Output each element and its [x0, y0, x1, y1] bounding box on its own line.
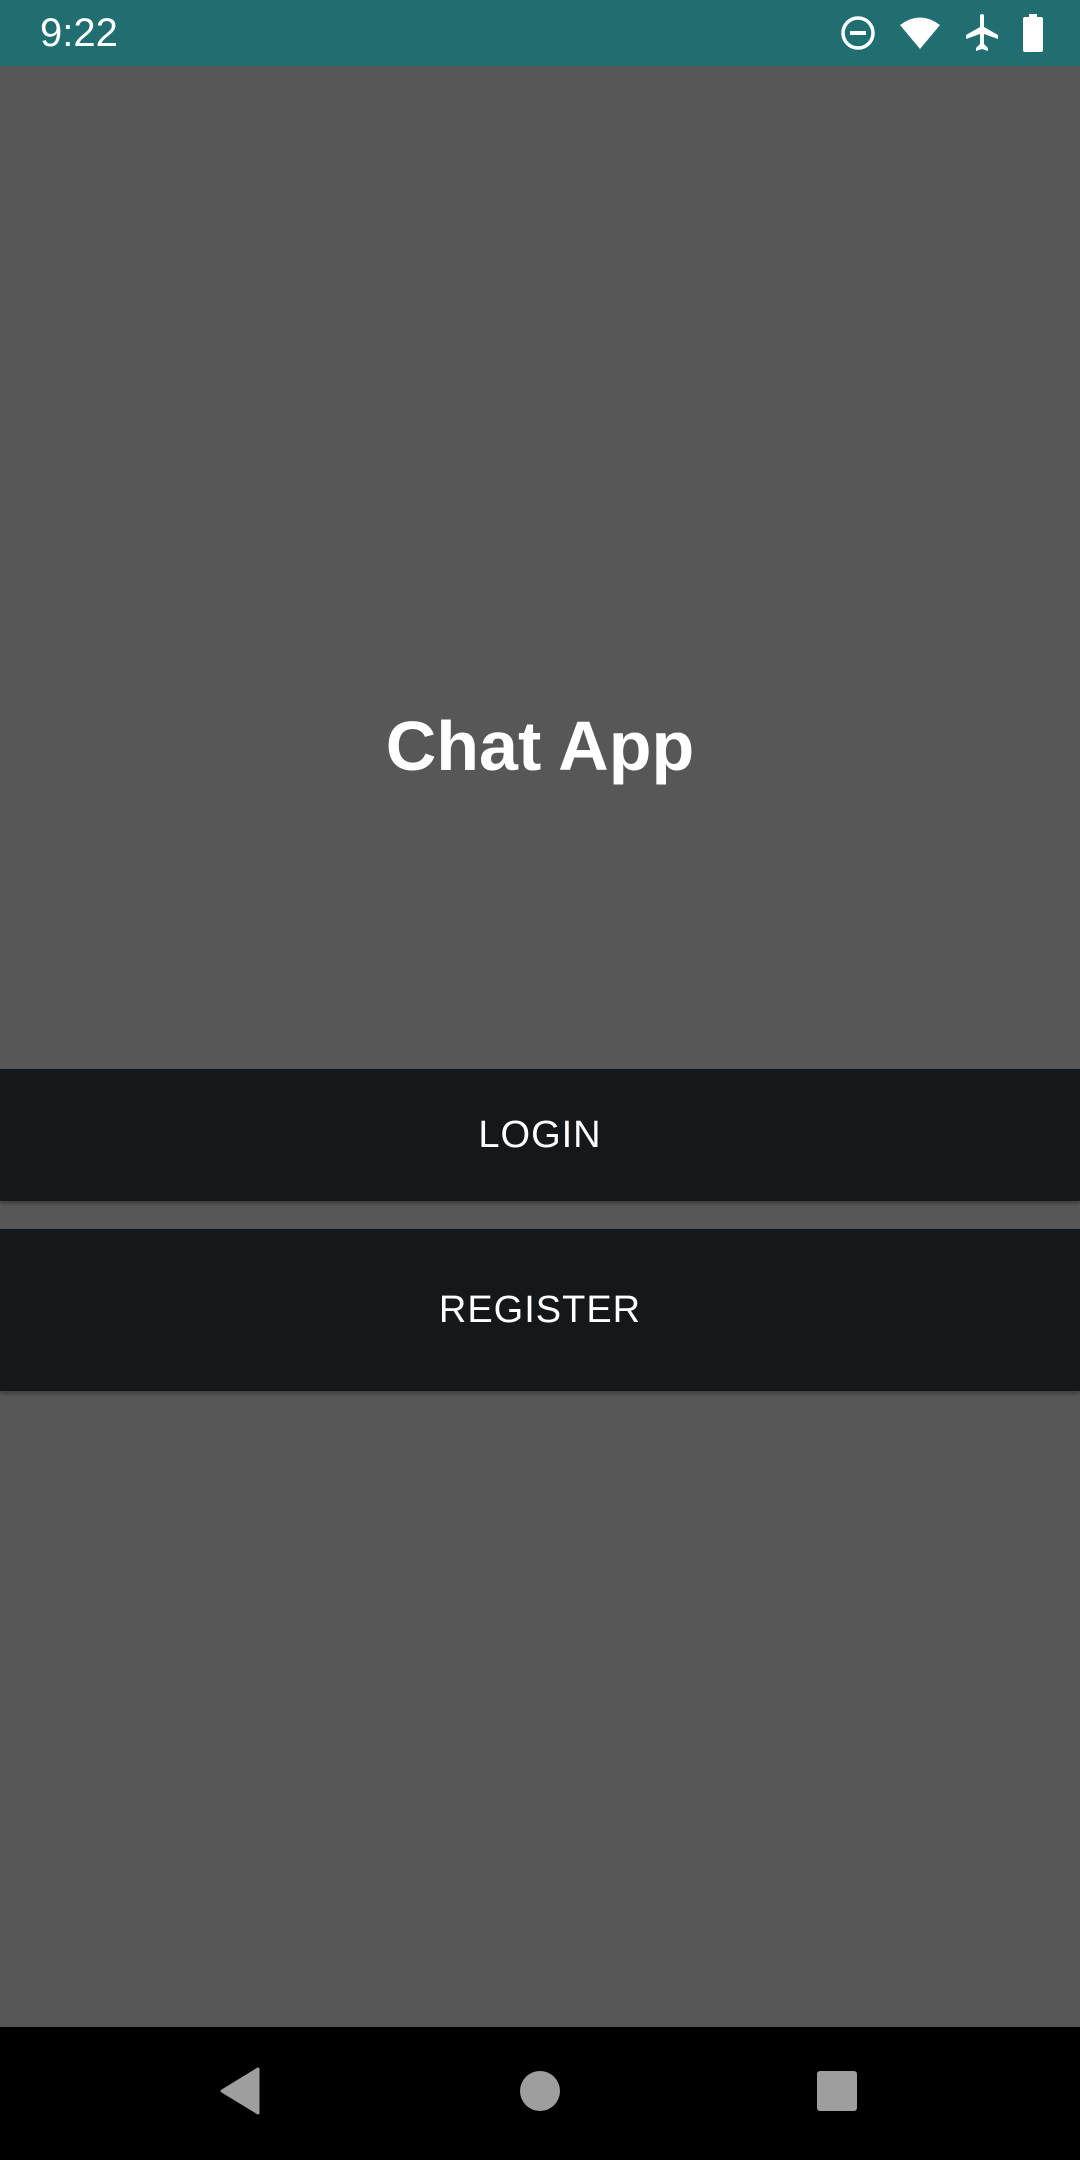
back-button[interactable]	[180, 2027, 300, 2160]
register-button[interactable]: REGISTER	[0, 1229, 1080, 1391]
app-title: Chat App	[385, 707, 695, 785]
recents-icon	[816, 2070, 858, 2117]
back-icon	[218, 2067, 262, 2120]
home-button[interactable]	[480, 2027, 600, 2160]
status-icons	[840, 0, 1044, 66]
login-button[interactable]: LOGIN	[0, 1069, 1080, 1201]
home-icon	[518, 2069, 562, 2118]
wifi-icon	[898, 16, 942, 50]
do-not-disturb-icon	[840, 15, 876, 51]
recents-button[interactable]	[777, 2027, 897, 2160]
airplane-mode-icon	[964, 13, 1000, 53]
screen: 9:22 Chat App LOGIN REGISTER	[0, 0, 1080, 2160]
navigation-bar	[0, 2027, 1080, 2160]
status-time: 9:22	[40, 11, 118, 55]
battery-icon	[1022, 14, 1044, 52]
status-bar: 9:22	[0, 0, 1080, 66]
